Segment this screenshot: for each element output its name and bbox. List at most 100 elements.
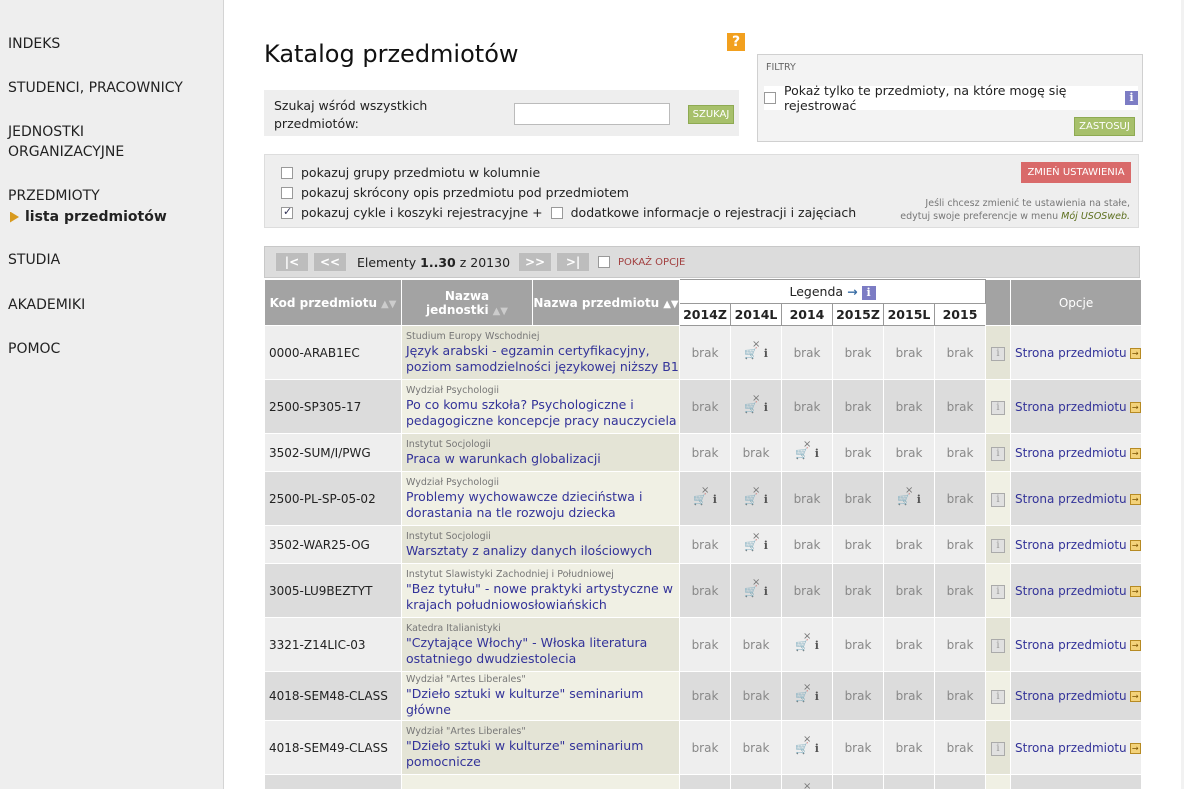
info-icon[interactable]: i — [815, 639, 819, 652]
cart-icon[interactable]: 🛒 — [744, 339, 760, 360]
info-icon[interactable]: i — [991, 690, 1006, 704]
course-name-cell: Wydział Psychologii Po co komu szkoła? Ps… — [401, 379, 680, 434]
setting-groups-checkbox[interactable] — [281, 166, 293, 179]
search-button[interactable]: SZUKAJ — [688, 105, 734, 124]
info-icon[interactable]: i — [991, 638, 1006, 653]
course-page-link[interactable]: Strona przedmiotu→ — [1010, 525, 1143, 564]
cart-icon[interactable]: 🛒 — [795, 439, 811, 460]
course-page-link[interactable]: Strona przedmiotu→ — [1010, 774, 1143, 789]
course-name-link[interactable]: "Dzieło sztuki w kulturze" seminarium po… — [406, 738, 643, 769]
first-page-button[interactable]: |< — [275, 252, 309, 272]
pager: |< << Elementy 1..30 z 20130 >> >| POKAŻ… — [264, 246, 1140, 278]
sort-icon[interactable]: ▲▼ — [381, 299, 396, 310]
cycle-cell: brak — [883, 774, 935, 789]
course-page-link[interactable]: Strona przedmiotu→ — [1010, 471, 1143, 526]
info-icon[interactable]: i — [764, 539, 768, 552]
cycle-cell: 🛒i — [781, 774, 833, 789]
info-icon[interactable]: i — [991, 538, 1006, 553]
cart-icon[interactable]: 🛒 — [744, 531, 760, 552]
info-icon[interactable]: i — [861, 285, 876, 300]
prev-page-button[interactable]: << — [313, 252, 347, 272]
setting-cycles-checkbox[interactable] — [281, 205, 293, 219]
info-icon[interactable]: i — [713, 493, 717, 506]
info-icon[interactable]: i — [764, 493, 768, 506]
header-code[interactable]: Kod przedmiotu ▲▼ — [264, 279, 402, 326]
apply-button[interactable]: ZASTOSUJ — [1074, 117, 1135, 136]
nav-jednostki[interactable]: JEDNOSTKI — [8, 122, 84, 142]
info-icon[interactable]: i — [991, 741, 1006, 756]
info-icon[interactable]: i — [1124, 91, 1138, 105]
cart-icon[interactable]: 🛒 — [744, 393, 760, 414]
course-name-link[interactable]: "Bez tytułu" - nowe praktyki artystyczne… — [406, 581, 673, 612]
unit-name: Instytut Socjologii — [406, 438, 491, 450]
cart-icon[interactable]: 🛒 — [693, 485, 709, 506]
details-cell: i — [985, 563, 1012, 618]
course-page-link[interactable]: Strona przedmiotu→ — [1010, 563, 1143, 618]
last-page-button[interactable]: >| — [556, 252, 591, 272]
year-header: 2015 — [933, 303, 987, 326]
show-options-checkbox[interactable] — [598, 256, 611, 268]
info-icon[interactable]: i — [991, 346, 1006, 361]
header-unit[interactable]: Nazwa jednostki ▲▼ — [401, 279, 533, 326]
course-name-link[interactable]: Po co komu szkoła? Psychologiczne i peda… — [406, 397, 677, 428]
info-icon[interactable]: i — [764, 401, 768, 414]
header-name[interactable]: Nazwa przedmiotu ▲▼ — [532, 279, 680, 326]
cycle-cell: brak — [832, 525, 884, 564]
cycle-cell: brak — [679, 379, 731, 434]
table-row: 2500-PL-SP-05-02 Wydział Psychologii Probl… — [264, 471, 1143, 526]
nav-indeks[interactable]: INDEKS — [8, 34, 60, 54]
course-page-link[interactable]: Strona przedmiotu→ — [1010, 325, 1143, 380]
course-name-link[interactable]: Problemy wychowawcze dzieciństwa i doras… — [406, 489, 642, 520]
setting-description-label: pokazuj skrócony opis przedmiotu pod prz… — [301, 185, 629, 200]
info-icon[interactable]: i — [815, 690, 819, 703]
sort-asc-icon[interactable]: ▲▼ — [663, 299, 678, 310]
nav-akademiki[interactable]: AKADEMIKI — [8, 295, 85, 315]
info-icon[interactable]: i — [764, 585, 768, 598]
info-icon[interactable]: i — [764, 347, 768, 360]
next-page-button[interactable]: >> — [518, 252, 553, 272]
info-icon[interactable]: i — [815, 447, 819, 460]
info-icon[interactable]: i — [991, 492, 1006, 507]
course-name-link[interactable]: "Dzieło sztuki w kulturze" seminarium gł… — [406, 686, 643, 717]
cart-icon[interactable]: 🛒 — [795, 734, 811, 755]
info-icon[interactable]: i — [991, 446, 1006, 461]
setting-extra-info-checkbox[interactable] — [550, 206, 563, 219]
change-settings-button[interactable]: ZMIEŃ USTAWIENIA — [1021, 162, 1131, 183]
my-usosweb-link[interactable]: Mój USOSweb. — [1061, 211, 1130, 222]
course-page-label: Strona przedmiotu — [1015, 491, 1127, 506]
nav-organizacyjne[interactable]: ORGANIZACYJNE — [8, 142, 124, 162]
course-page-link[interactable]: Strona przedmiotu→ — [1010, 720, 1143, 775]
cycle-cell: 🛒i — [781, 433, 833, 472]
info-icon[interactable]: i — [991, 400, 1006, 415]
show-options-toggle[interactable]: POKAŻ OPCJE — [598, 256, 685, 268]
course-name-link[interactable]: Warsztaty z analizy danych ilościowych — [406, 543, 652, 558]
cart-icon[interactable]: 🛒 — [744, 577, 760, 598]
course-name-link[interactable]: Praca w warunkach globalizacji — [406, 451, 601, 466]
course-code: 3502-WAR25-OG — [264, 525, 402, 564]
cart-icon[interactable]: 🛒 — [795, 631, 811, 652]
help-icon[interactable]: ? — [727, 33, 745, 51]
info-icon[interactable]: i — [815, 742, 819, 755]
nav-lista-przedmiotow[interactable]: lista przedmiotów — [10, 208, 167, 226]
page-title: Katalog przedmiotów — [264, 40, 519, 68]
info-icon[interactable]: i — [917, 493, 921, 506]
course-page-link[interactable]: Strona przedmiotu→ — [1010, 433, 1143, 472]
sort-icon[interactable]: ▲▼ — [493, 306, 508, 317]
cart-icon[interactable]: 🛒 — [744, 485, 760, 506]
nav-studenci-pracownicy[interactable]: STUDENCI, PRACOWNICY — [8, 78, 183, 98]
cart-icon[interactable]: 🛒 — [795, 682, 811, 703]
course-page-link[interactable]: Strona przedmiotu→ — [1010, 379, 1143, 434]
cart-icon[interactable]: 🛒 — [897, 485, 913, 506]
setting-description-checkbox[interactable] — [281, 186, 293, 199]
course-page-link[interactable]: Strona przedmiotu→ — [1010, 671, 1143, 721]
info-icon[interactable]: i — [991, 584, 1006, 599]
nav-przedmioty[interactable]: PRZEDMIOTY — [8, 186, 100, 206]
course-name-link[interactable]: "Czytające Włochy" - Włoska literatura o… — [406, 635, 647, 666]
nav-studia[interactable]: STUDIA — [8, 250, 60, 270]
filter-registration-checkbox[interactable] — [764, 92, 776, 104]
course-page-label: Strona przedmiotu — [1015, 399, 1127, 414]
course-name-link[interactable]: Język arabski - egzamin certyfikacyjny, … — [406, 343, 679, 374]
search-input[interactable] — [514, 103, 670, 125]
course-page-link[interactable]: Strona przedmiotu→ — [1010, 617, 1143, 672]
nav-pomoc[interactable]: POMOC — [8, 339, 60, 359]
